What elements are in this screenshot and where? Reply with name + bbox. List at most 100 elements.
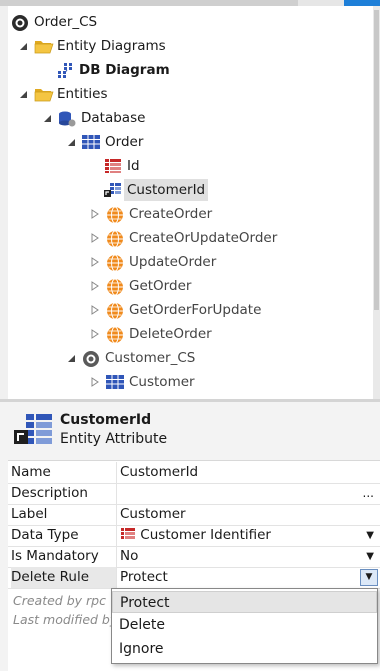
tree-item-attribute-customerid[interactable]: CustomerId [104, 179, 209, 201]
tree-item-label: DeleteOrder [129, 326, 212, 342]
tree-item-label: CustomerId [124, 179, 209, 201]
properties-gutter [0, 460, 8, 671]
tree-item-customer-cs[interactable]: Customer_CS [66, 347, 195, 369]
property-row-label[interactable]: Label Customer [8, 504, 380, 526]
property-row-description[interactable]: Description ... [8, 483, 380, 505]
tree-item-label: GetOrderForUpdate [129, 302, 262, 318]
ellipsis-button[interactable]: ... [363, 483, 374, 504]
left-gutter [0, 6, 8, 399]
dropdown-option-ignore[interactable]: Ignore [112, 638, 377, 660]
name-field[interactable]: CustomerId [116, 462, 380, 483]
collapse-arrow-icon[interactable] [66, 353, 76, 363]
tree-item-label: Customer_CS [105, 350, 196, 366]
property-label: Label [11, 506, 48, 522]
attribute-icon [104, 158, 122, 174]
expand-arrow-icon[interactable] [90, 377, 100, 387]
tree-item-entity-diagrams[interactable]: Entity Diagrams [18, 35, 166, 57]
entity-table-icon [106, 374, 124, 390]
dropdown-option-delete[interactable]: Delete [112, 614, 377, 636]
property-row-deleterule[interactable]: Delete Rule Protect ▼ [8, 567, 380, 589]
description-field[interactable]: ... [116, 483, 380, 504]
collapse-arrow-icon[interactable] [18, 89, 28, 99]
expand-arrow-icon[interactable] [90, 281, 100, 291]
action-globe-icon [106, 278, 124, 296]
property-row-name[interactable]: Name CustomerId [8, 462, 380, 484]
properties-subtitle: Entity Attribute [60, 431, 168, 447]
dropdown-option-protect[interactable]: Protect [112, 591, 377, 613]
reference-attribute-icon [104, 182, 122, 198]
entity-table-icon [82, 134, 100, 150]
module-tree: Order_CS Entity Diagrams DB Diagram Enti… [8, 6, 373, 399]
tree-item-label: Entities [57, 86, 108, 102]
mandatory-select[interactable]: No ▼ [116, 546, 380, 567]
tree-item-label: CreateOrder [129, 206, 213, 222]
property-row-mandatory[interactable]: Is Mandatory No ▼ [8, 546, 380, 568]
properties-title: CustomerId [60, 412, 152, 428]
tree-item-order[interactable]: Order [66, 131, 143, 153]
tree-item-action-createorder[interactable]: CreateOrder [90, 203, 212, 225]
tree-item-action-getorderforupdate[interactable]: GetOrderForUpdate [90, 299, 261, 321]
tree-item-label: GetOrder [129, 278, 192, 294]
reference-attribute-icon [14, 414, 54, 452]
property-label: Is Mandatory [11, 548, 99, 564]
expand-arrow-icon[interactable] [90, 257, 100, 267]
tree-item-label: CreateOrUpdateOrder [129, 230, 278, 246]
tree-item-action-deleteorder[interactable]: DeleteOrder [90, 323, 212, 345]
property-label: Name [11, 464, 51, 480]
scrollbar-thumb[interactable] [374, 10, 379, 310]
expand-arrow-icon[interactable] [90, 329, 100, 339]
tree-item-db-diagram[interactable]: DB Diagram [56, 59, 170, 81]
expand-arrow-icon[interactable] [90, 233, 100, 243]
tree-item-label: UpdateOrder [129, 254, 217, 270]
collapse-arrow-icon[interactable] [18, 41, 28, 51]
collapse-arrow-icon[interactable] [42, 113, 52, 123]
identifier-icon [121, 528, 135, 539]
created-by-text: Created by rpc [13, 593, 106, 608]
property-label: Delete Rule [11, 567, 116, 588]
mandatory-value: No [120, 548, 139, 564]
datatype-select[interactable]: Customer Identifier ▼ [116, 525, 380, 546]
expand-arrow-icon[interactable] [90, 305, 100, 315]
label-field[interactable]: Customer [116, 504, 380, 525]
action-globe-icon [106, 326, 124, 344]
tree-item-action-createorupdateorder[interactable]: CreateOrUpdateOrder [90, 227, 277, 249]
tree-item-label: Order [105, 134, 144, 150]
tree-item-action-updateorder[interactable]: UpdateOrder [90, 251, 216, 273]
tree-item-label: Entity Diagrams [57, 38, 166, 54]
tree-item-label: DB Diagram [79, 62, 170, 78]
tree-item-label: Customer [129, 374, 195, 390]
tree-item-customer[interactable]: Customer [90, 371, 195, 393]
chevron-down-icon[interactable]: ▼ [366, 525, 374, 546]
tree-scrollbar[interactable] [373, 6, 380, 399]
tree-item-label: Id [127, 158, 140, 174]
deleterule-select[interactable]: Protect ▼ [116, 567, 380, 588]
action-globe-icon [106, 230, 124, 248]
deleterule-dropdown-list: Protect Delete Ignore [111, 588, 378, 664]
properties-header: CustomerId Entity Attribute [0, 402, 380, 461]
property-label: Data Type [11, 527, 79, 543]
module-icon [11, 14, 29, 31]
deleterule-value: Protect [120, 569, 168, 585]
datatype-value: Customer Identifier [140, 527, 271, 543]
chevron-down-icon[interactable]: ▼ [366, 546, 374, 567]
collapse-arrow-icon[interactable] [66, 137, 76, 147]
modified-by-text: Last modified by [13, 612, 118, 627]
database-icon [58, 110, 76, 127]
tree-item-root[interactable]: Order_CS [11, 11, 97, 33]
expand-arrow-icon[interactable] [90, 209, 100, 219]
diagram-icon [56, 62, 74, 78]
folder-open-icon [34, 38, 54, 54]
chevron-down-icon[interactable]: ▼ [360, 569, 378, 586]
tree-item-action-getorder[interactable]: GetOrder [90, 275, 191, 297]
tree-item-entities[interactable]: Entities [18, 83, 108, 105]
action-globe-icon [106, 302, 124, 320]
folder-open-icon [34, 86, 54, 102]
module-reference-icon [82, 350, 100, 367]
tree-item-label: Database [81, 110, 146, 126]
tree-item-label: Order_CS [34, 14, 98, 30]
property-row-datatype[interactable]: Data Type Customer Identifier ▼ [8, 525, 380, 547]
tree-item-database[interactable]: Database [42, 107, 145, 129]
tree-item-attribute-id[interactable]: Id [104, 155, 140, 177]
action-globe-icon [106, 206, 124, 224]
action-globe-icon [106, 254, 124, 272]
